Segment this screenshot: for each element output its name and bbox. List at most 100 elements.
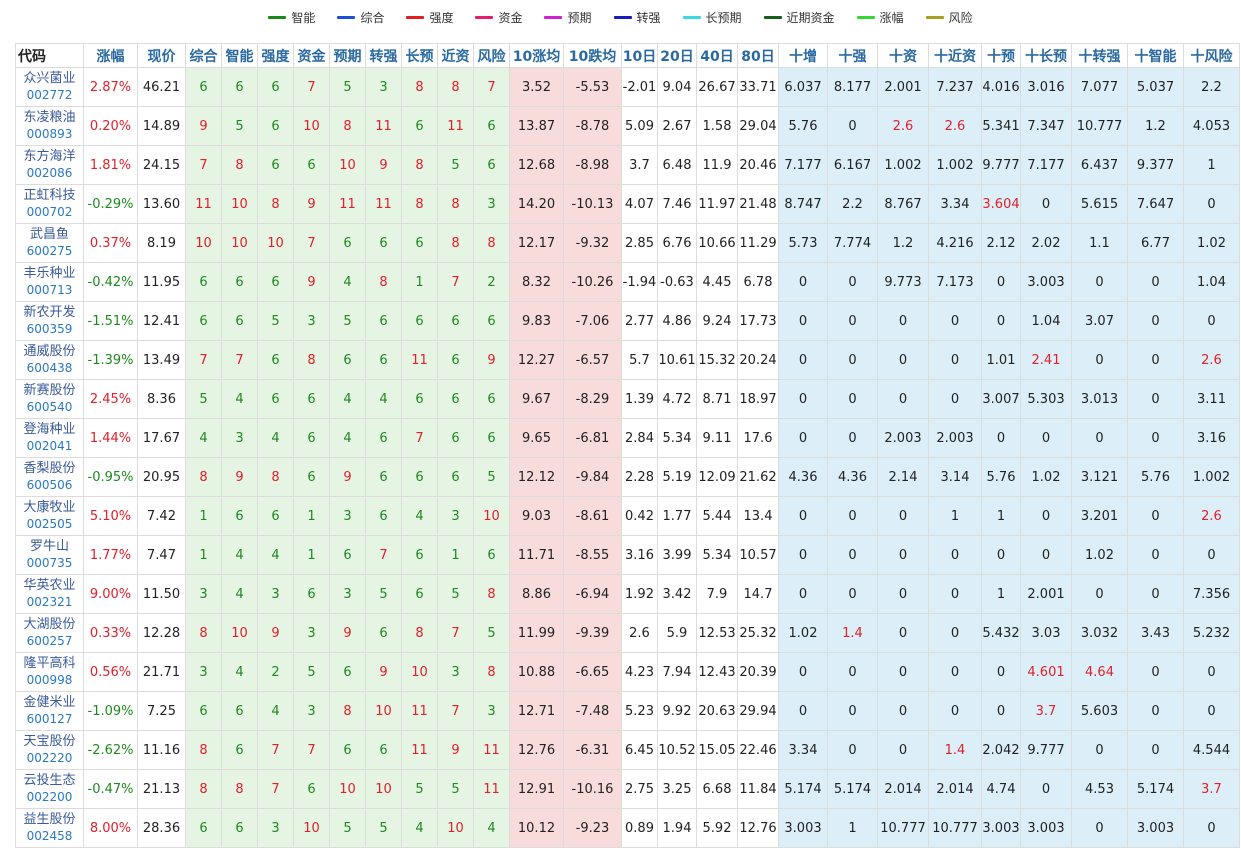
stock-cell[interactable]: 隆平高科 000998 (15, 652, 84, 692)
column-header[interactable]: 80日 (737, 43, 779, 68)
stock-name[interactable]: 云投生态 (17, 773, 83, 789)
stock-code[interactable]: 002505 (17, 516, 83, 532)
stock-code[interactable]: 600257 (17, 633, 83, 649)
column-header[interactable]: 资金 (293, 43, 330, 68)
table-row[interactable]: 罗牛山 000735 1.77% 7.47 1 4 4 1 6 7 6 1 6 11.71 -8.55 3.1… (15, 535, 1240, 575)
table-row[interactable]: 丰乐种业 000713 -0.42% 11.95 6 6 6 9 4 8 1 7 2 8.32 -10.26… (15, 262, 1240, 302)
stock-cell[interactable]: 大康牧业 002505 (15, 496, 84, 536)
column-header[interactable]: 预期 (329, 43, 366, 68)
stock-name[interactable]: 新赛股份 (17, 383, 83, 399)
column-header[interactable]: 强度 (257, 43, 294, 68)
stock-cell[interactable]: 丰乐种业 000713 (15, 262, 84, 302)
column-header[interactable]: 十长预 (1020, 43, 1072, 68)
stock-name[interactable]: 众兴菌业 (17, 71, 83, 87)
table-row[interactable]: 正虹科技 000702 -0.29% 13.60 11 10 8 9 11 11 8 8 3 14.20-… (15, 184, 1240, 224)
stock-cell[interactable]: 香梨股份 600506 (15, 457, 84, 497)
stock-code[interactable]: 002458 (17, 828, 83, 844)
column-header[interactable]: 十风险 (1183, 43, 1240, 68)
stock-code[interactable]: 002200 (17, 789, 83, 805)
stock-name[interactable]: 华英农业 (17, 578, 83, 594)
stock-name[interactable]: 益生股份 (17, 812, 83, 828)
column-header[interactable]: 10日 (621, 43, 658, 68)
table-row[interactable]: 天宝股份 002220 -2.62% 11.16 8 6 7 7 6 6 11 9 11 12.76 -6.… (15, 730, 1240, 770)
stock-cell[interactable]: 众兴菌业 002772 (15, 67, 84, 107)
stock-code[interactable]: 000893 (17, 126, 83, 142)
stock-code[interactable]: 002772 (17, 87, 83, 103)
column-header[interactable]: 十增 (778, 43, 828, 68)
stock-code[interactable]: 600359 (17, 321, 83, 337)
table-row[interactable]: 大湖股份 600257 0.33% 12.28 8 10 9 3 9 6 8 7 5 11.99 -9.39… (15, 613, 1240, 653)
table-row[interactable]: 通威股份 600438 -1.39% 13.49 7 7 6 8 6 6 11 6 9 12.27 -6.5… (15, 340, 1240, 380)
stock-name[interactable]: 天宝股份 (17, 734, 83, 750)
stock-cell[interactable]: 正虹科技 000702 (15, 184, 84, 224)
table-row[interactable]: 众兴菌业 002772 2.87% 46.21 6 6 6 7 5 3 8 8 7 3.52 -5.53 -2… (15, 67, 1240, 107)
stock-code[interactable]: 002086 (17, 165, 83, 181)
stock-code[interactable]: 002041 (17, 438, 83, 454)
table-row[interactable]: 香梨股份 600506 -0.95% 20.95 8 9 8 6 9 6 6 6 5 12.12 -9.84… (15, 457, 1240, 497)
column-header[interactable]: 现价 (137, 43, 186, 68)
legend-item[interactable]: 综合 (337, 7, 384, 27)
stock-cell[interactable]: 天宝股份 002220 (15, 730, 84, 770)
stock-cell[interactable]: 新农开发 600359 (15, 301, 84, 341)
table-row[interactable]: 隆平高科 000998 0.56% 21.71 3 4 2 5 6 9 10 3 8 10.88 -6.65… (15, 652, 1240, 692)
stock-name[interactable]: 东方海洋 (17, 149, 83, 165)
legend-item[interactable]: 长预期 (682, 7, 742, 27)
stock-name[interactable]: 罗牛山 (17, 539, 83, 555)
stock-name[interactable]: 登海种业 (17, 422, 83, 438)
table-row[interactable]: 武昌鱼 600275 0.37% 8.19 10 10 10 7 6 6 6 8 8 12.17 -9.32… (15, 223, 1240, 263)
stock-name[interactable]: 丰乐种业 (17, 266, 83, 282)
stock-code[interactable]: 600275 (17, 243, 83, 259)
stock-name[interactable]: 东凌粮油 (17, 110, 83, 126)
stock-name[interactable]: 通威股份 (17, 344, 83, 360)
legend-item[interactable]: 强度 (406, 7, 453, 27)
column-header[interactable]: 转强 (365, 43, 402, 68)
table-row[interactable]: 金健米业 600127 -1.09% 7.25 6 6 4 3 8 10 11 7 3 12.71 -7.4… (15, 691, 1240, 731)
column-header[interactable]: 十预 (981, 43, 1021, 68)
stock-cell[interactable]: 东方海洋 002086 (15, 145, 84, 185)
stock-cell[interactable]: 罗牛山 000735 (15, 535, 84, 575)
legend-item[interactable]: 转强 (613, 7, 661, 27)
legend-item[interactable]: 预期 (544, 7, 592, 27)
legend-item[interactable]: 近期资金 (763, 7, 835, 27)
stock-code[interactable]: 600438 (17, 360, 83, 376)
stock-code[interactable]: 000713 (17, 282, 83, 298)
column-header[interactable]: 十资 (877, 43, 929, 68)
stock-cell[interactable]: 金健米业 600127 (15, 691, 84, 731)
stock-cell[interactable]: 益生股份 002458 (15, 808, 84, 848)
stock-cell[interactable]: 大湖股份 600257 (15, 613, 84, 653)
legend-item[interactable]: 资金 (475, 7, 522, 27)
stock-code[interactable]: 002321 (17, 594, 83, 610)
table-row[interactable]: 东凌粮油 000893 0.20% 14.89 9 5 6 10 8 11 6 11 6 13.87 -8.… (15, 106, 1240, 146)
stock-name[interactable]: 正虹科技 (17, 188, 83, 204)
stock-name[interactable]: 香梨股份 (17, 461, 83, 477)
table-row[interactable]: 新农开发 600359 -1.51% 12.41 6 6 5 3 5 6 6 6 6 9.83 -7.06 2… (15, 301, 1240, 341)
stock-name[interactable]: 新农开发 (17, 305, 83, 321)
stock-code[interactable]: 000702 (17, 204, 83, 220)
column-header[interactable]: 涨幅 (83, 43, 138, 68)
stock-code[interactable]: 600506 (17, 477, 83, 493)
stock-cell[interactable]: 华英农业 002321 (15, 574, 84, 614)
stock-name[interactable]: 金健米业 (17, 695, 83, 711)
table-row[interactable]: 登海种业 002041 1.44% 17.67 4 3 4 6 4 6 7 6 6 9.65 -6.81 2.… (15, 418, 1240, 458)
table-row[interactable]: 大康牧业 002505 5.10% 7.42 1 6 6 1 3 6 4 3 10 9.03 -8.61 0.… (15, 496, 1240, 536)
stock-code[interactable]: 600540 (17, 399, 83, 415)
stock-code[interactable]: 000998 (17, 672, 83, 688)
stock-name[interactable]: 武昌鱼 (17, 227, 83, 243)
stock-code[interactable]: 000735 (17, 555, 83, 571)
legend-item[interactable]: 智能 (268, 7, 315, 27)
legend-item[interactable]: 风险 (925, 7, 973, 27)
legend-item[interactable]: 涨幅 (856, 7, 904, 27)
stock-code[interactable]: 600127 (17, 711, 83, 727)
column-header[interactable]: 40日 (696, 43, 738, 68)
table-row[interactable]: 云投生态 002200 -0.47% 21.13 8 8 7 6 10 10 5 5 11 12.91 -1… (15, 769, 1240, 809)
column-header[interactable]: 10跌均 (563, 43, 622, 68)
stock-cell[interactable]: 通威股份 600438 (15, 340, 84, 380)
column-header[interactable]: 10涨均 (509, 43, 564, 68)
column-header[interactable]: 智能 (221, 43, 258, 68)
stock-cell[interactable]: 登海种业 002041 (15, 418, 84, 458)
table-row[interactable]: 益生股份 002458 8.00% 28.36 6 6 3 10 5 5 4 10 4 10.12 -9.2… (15, 808, 1240, 848)
stock-name[interactable]: 隆平高科 (17, 656, 83, 672)
column-header[interactable]: 综合 (185, 43, 222, 68)
column-header[interactable]: 近资 (437, 43, 474, 68)
table-row[interactable]: 新赛股份 600540 2.45% 8.36 5 4 6 6 4 4 6 6 6 9.67 -8.29 1.3… (15, 379, 1240, 419)
